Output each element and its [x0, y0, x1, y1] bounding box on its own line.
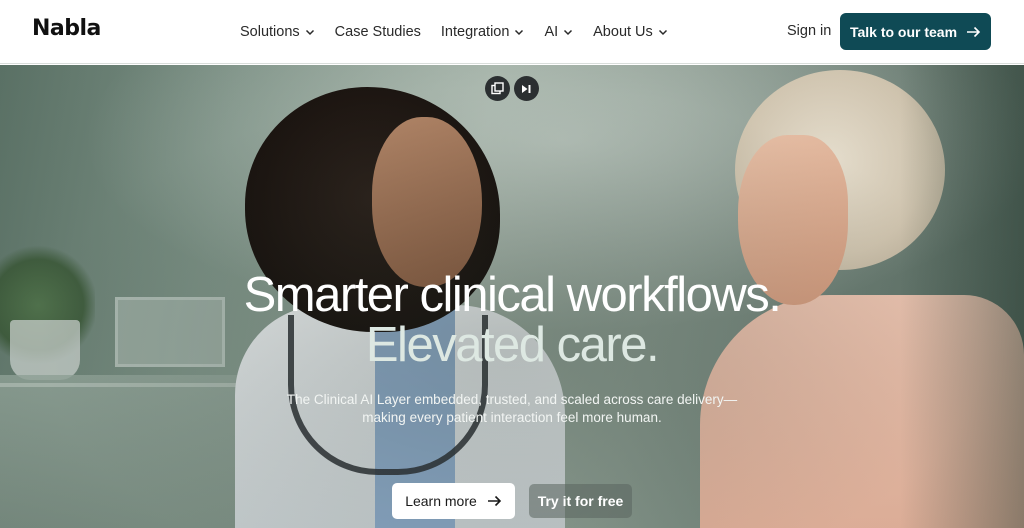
hero-subtext-line2: making every patient interaction feel mo…	[362, 410, 662, 425]
sign-in-link[interactable]: Sign in	[787, 23, 831, 39]
talk-to-team-label: Talk to our team	[849, 23, 958, 40]
nav-item-label: Solutions	[240, 24, 300, 40]
hero-subtext-line1: The Clinical AI Layer embedded, trusted,…	[286, 392, 738, 407]
chevron-down-icon	[305, 29, 314, 36]
nav-item-integration[interactable]: Integration	[441, 24, 525, 40]
hero-headline-line1: Smarter clinical workflows.	[243, 268, 782, 322]
chevron-down-icon	[564, 29, 573, 36]
hero-section: Smarter clinical workflows. Elevated car…	[0, 65, 1024, 528]
nav-item-label: Integration	[440, 24, 510, 40]
nav-item-ai[interactable]: AI	[544, 24, 573, 40]
picture-in-picture-icon	[491, 82, 504, 95]
learn-more-label: Learn more	[405, 493, 477, 509]
nav-item-case-studies[interactable]: Case Studies	[335, 24, 421, 40]
skip-forward-icon	[522, 84, 531, 93]
nav-item-solutions[interactable]: Solutions	[240, 24, 315, 40]
nav-item-label: AI	[544, 24, 559, 40]
site-header: Nabla Solutions Case Studies Integration…	[0, 0, 1024, 64]
hero-headline-line2: Elevated care.	[365, 318, 660, 372]
arrow-right-icon	[967, 26, 981, 37]
picture-in-picture-button[interactable]	[485, 76, 510, 101]
nabla-logo[interactable]: Nabla	[32, 16, 101, 41]
talk-to-team-button[interactable]: Talk to our team	[840, 13, 991, 50]
nav-item-label: About Us	[593, 24, 653, 40]
learn-more-button[interactable]: Learn more	[392, 483, 515, 519]
try-it-free-button[interactable]: Try it for free	[529, 484, 632, 518]
nav-item-label: Case Studies	[334, 24, 421, 40]
hero-subtext: The Clinical AI Layer embedded, trusted,…	[262, 391, 762, 427]
main-nav: Solutions Case Studies Integration AI Ab…	[240, 0, 668, 64]
arrow-right-icon	[487, 495, 501, 507]
nav-item-about-us[interactable]: About Us	[593, 24, 668, 40]
chevron-down-icon	[658, 29, 667, 36]
chevron-down-icon	[515, 29, 524, 36]
skip-forward-button[interactable]	[514, 76, 539, 101]
